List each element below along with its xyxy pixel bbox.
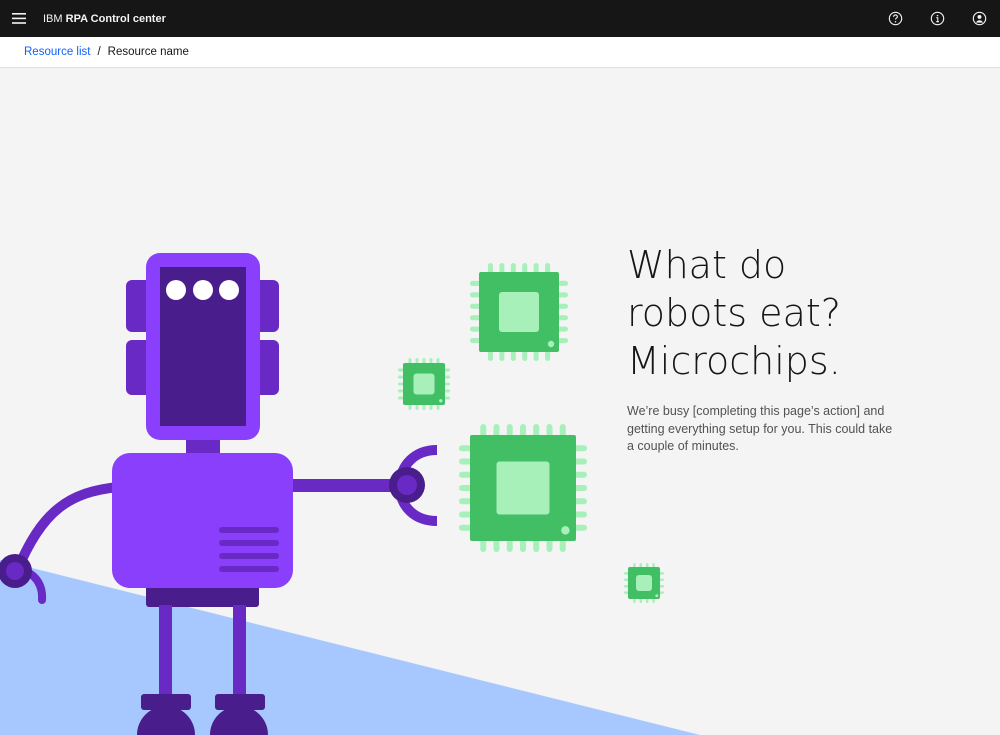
headline-line: What do bbox=[627, 243, 787, 287]
floor-shape bbox=[0, 560, 700, 735]
hamburger-menu-icon[interactable] bbox=[0, 0, 37, 37]
headline-line: Microchips. bbox=[627, 339, 841, 383]
loading-description: We’re busy [completing this page’s actio… bbox=[627, 403, 907, 456]
robot-neck bbox=[186, 440, 220, 455]
brand-prefix: IBM bbox=[43, 12, 63, 25]
brand-name: RPA Control center bbox=[65, 12, 166, 25]
top-header: IBM RPA Control center bbox=[0, 0, 1000, 37]
breadcrumb: Resource list / Resource name bbox=[0, 37, 1000, 68]
microchip-small bbox=[398, 358, 450, 410]
robot-illustration bbox=[0, 253, 700, 735]
help-icon[interactable] bbox=[874, 0, 916, 37]
description-line: getting everything setup for you. This c… bbox=[627, 421, 893, 436]
microchip-medium bbox=[470, 263, 568, 361]
breadcrumb-link-resource-list[interactable]: Resource list bbox=[24, 46, 90, 58]
loading-illustration-area: What do robots eat? Microchips. We’re bu… bbox=[0, 68, 1000, 735]
headline-line: robots eat? bbox=[627, 291, 841, 335]
description-line: a couple of minutes. bbox=[627, 439, 739, 453]
info-icon[interactable] bbox=[916, 0, 958, 37]
robot-right-arm bbox=[285, 479, 400, 492]
robot-right-leg bbox=[233, 605, 246, 697]
robot-vent bbox=[219, 527, 279, 533]
breadcrumb-current-page: Resource name bbox=[107, 46, 189, 58]
header-actions bbox=[874, 0, 1000, 37]
breadcrumb-separator: / bbox=[97, 46, 101, 58]
robot-hips bbox=[146, 585, 259, 607]
robot-eye bbox=[193, 280, 213, 300]
loading-headline: What do robots eat? Microchips. bbox=[627, 241, 927, 385]
robot-left-arm bbox=[12, 482, 123, 576]
robot-left-leg bbox=[159, 605, 172, 697]
description-line: We’re busy [completing this page’s actio… bbox=[627, 404, 885, 418]
user-avatar-icon[interactable] bbox=[958, 0, 1000, 37]
microchip-small bbox=[624, 563, 664, 603]
product-name[interactable]: IBM RPA Control center bbox=[43, 13, 166, 25]
robot-eye bbox=[166, 280, 186, 300]
robot-eye bbox=[219, 280, 239, 300]
microchip-large bbox=[459, 424, 587, 552]
